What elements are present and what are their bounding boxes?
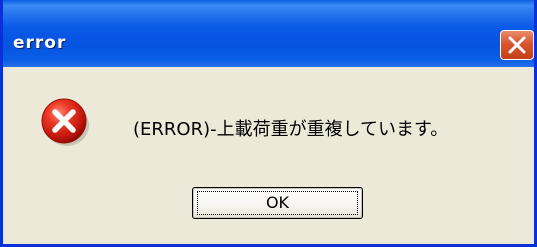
- error-x-icon: [41, 98, 89, 146]
- ok-button[interactable]: OK: [192, 187, 363, 219]
- window-title: error: [13, 33, 67, 53]
- close-icon: [508, 36, 526, 54]
- error-dialog-window: error (ERROR)-上載荷重が重複しています。 OK: [0, 0, 537, 247]
- title-bar[interactable]: error: [3, 0, 534, 67]
- ok-button-label: OK: [265, 193, 290, 212]
- close-button[interactable]: [500, 30, 534, 60]
- error-message: (ERROR)-上載荷重が重複しています。: [133, 119, 449, 140]
